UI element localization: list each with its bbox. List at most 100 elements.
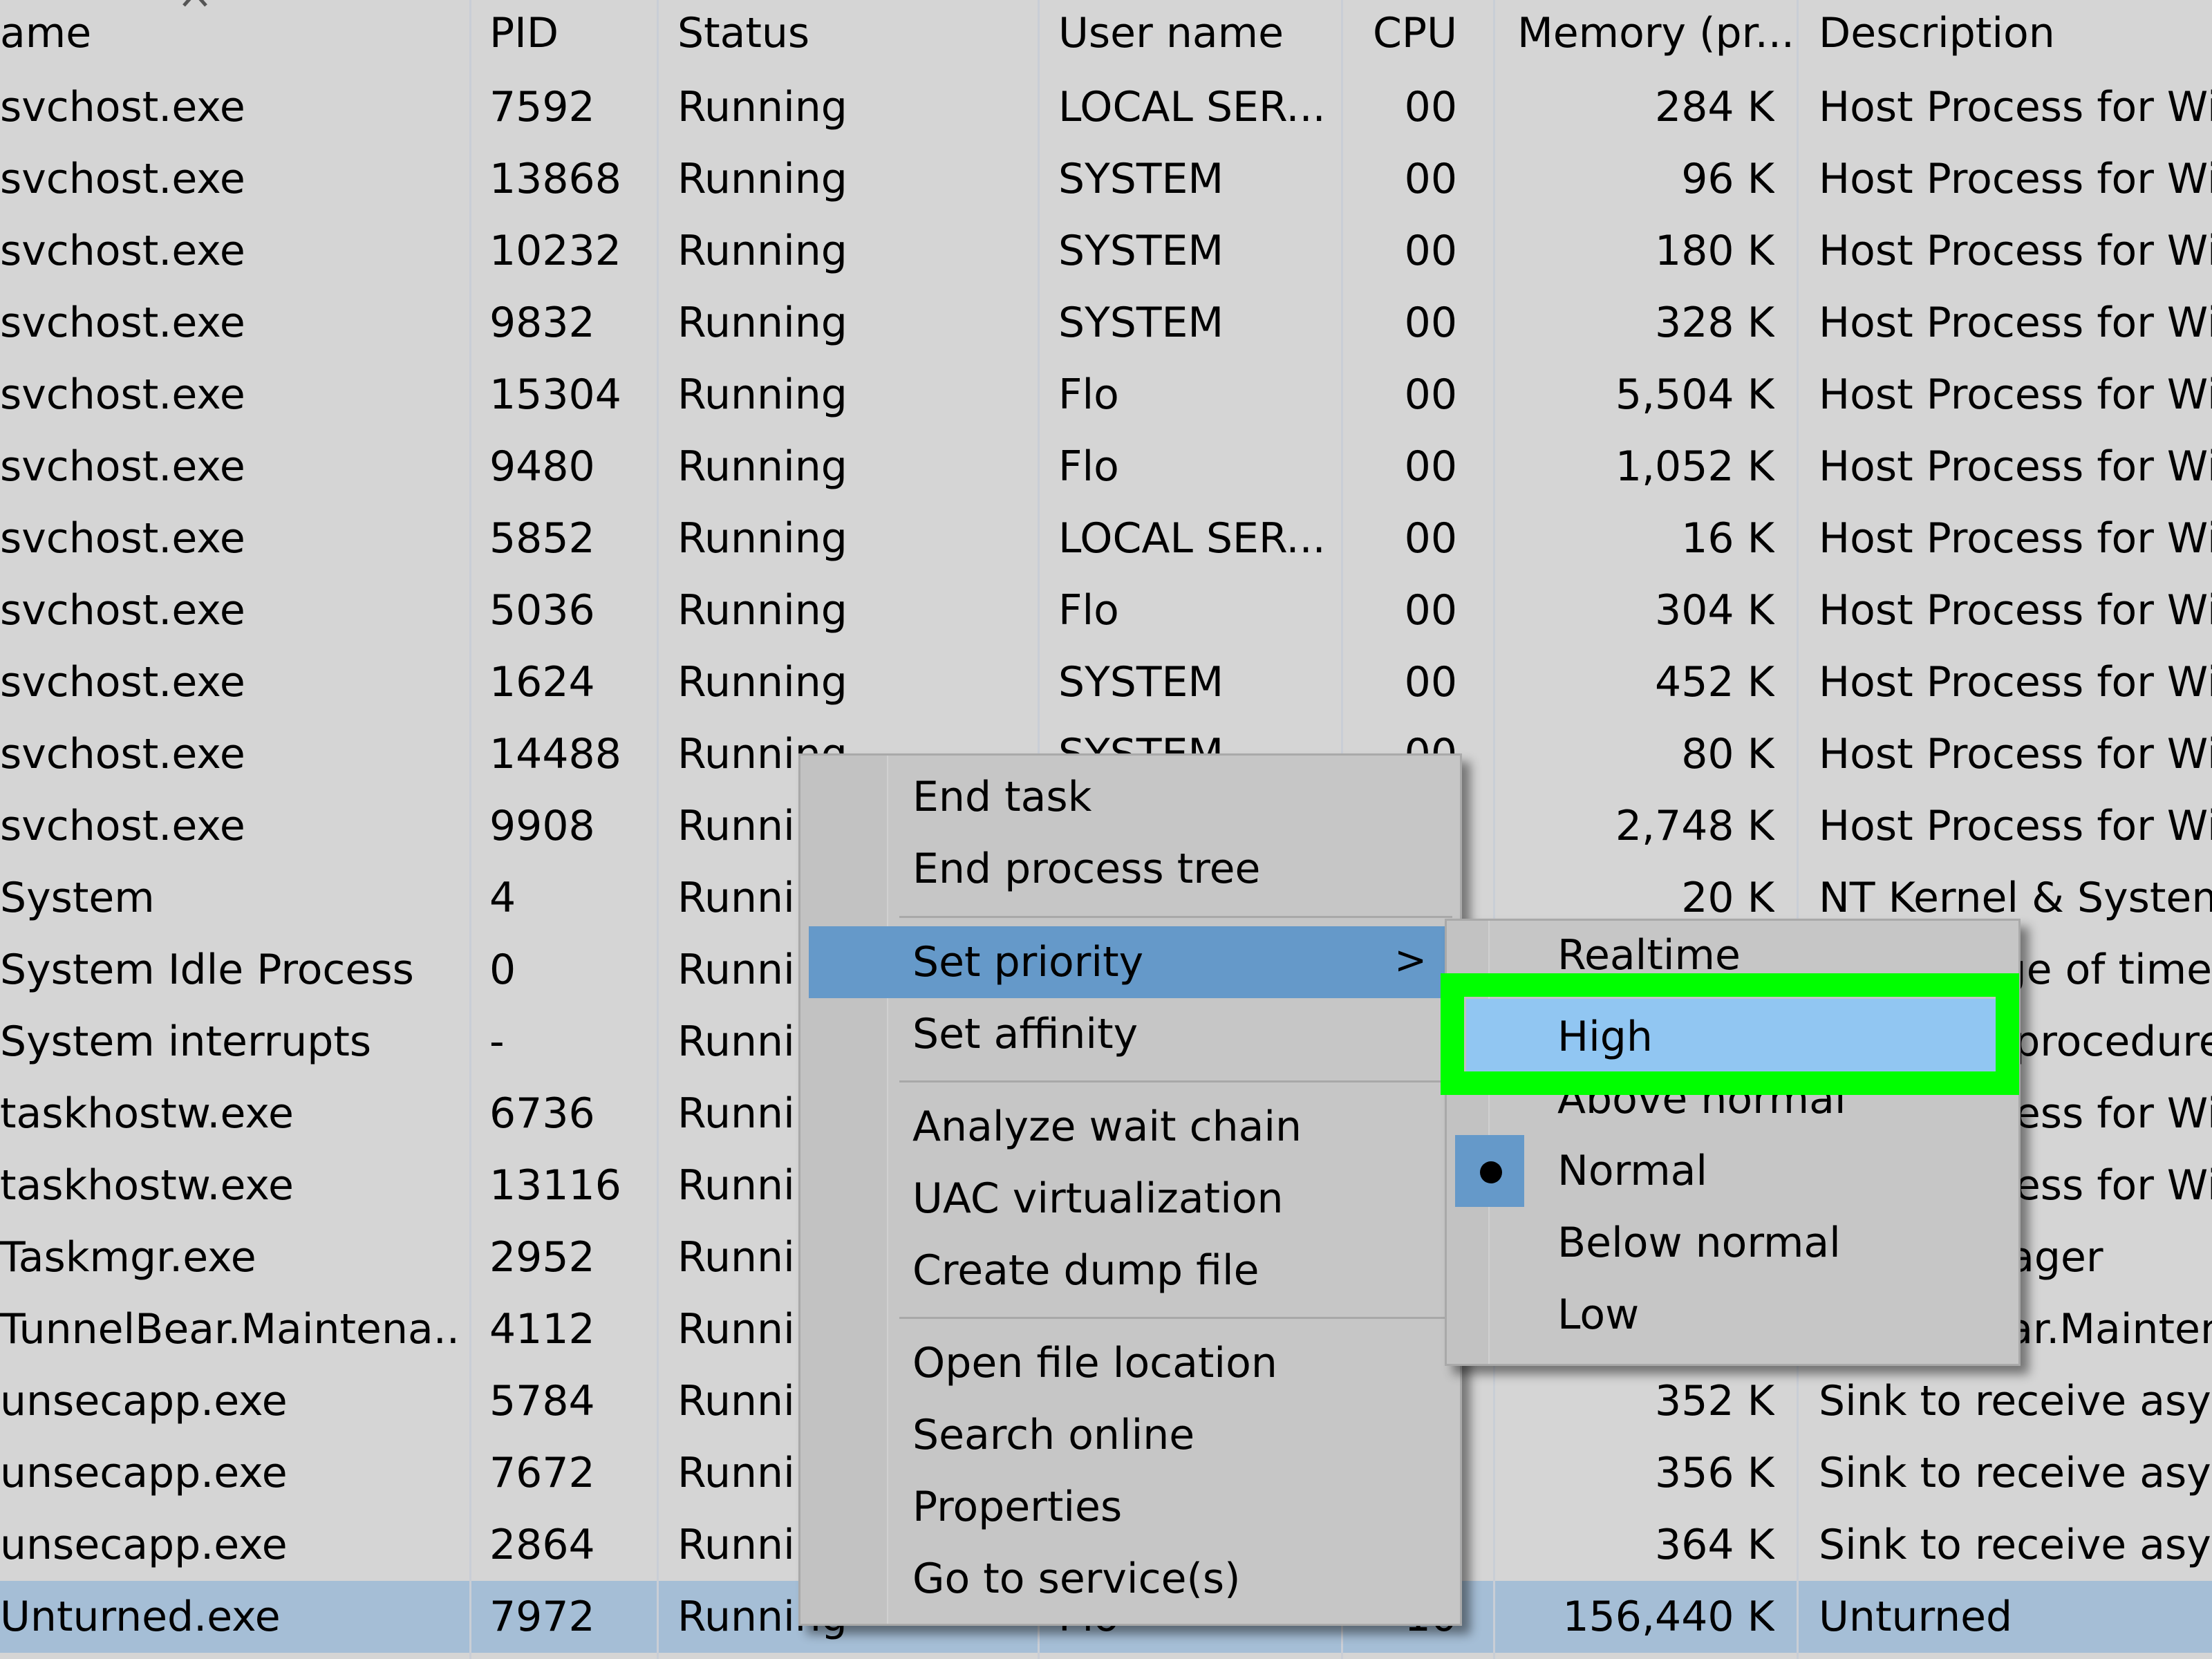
priority-above-normal[interactable]: Above normal xyxy=(1447,1063,2018,1135)
cell-memory: 180 K xyxy=(1655,227,1774,275)
column-header-name[interactable]: ame xyxy=(0,0,91,69)
cell-pid: 13116 xyxy=(489,1161,621,1210)
cell-name: svchost.exe xyxy=(0,227,245,275)
priority-low[interactable]: Low xyxy=(1447,1279,2018,1351)
cell-cpu: 00 xyxy=(1404,371,1457,419)
menu-item-analyze-wait-chain[interactable]: Analyze wait chain xyxy=(809,1091,1452,1163)
menu-separator xyxy=(899,1317,1452,1319)
cell-memory: 156,440 K xyxy=(1562,1593,1774,1641)
cell-name: System Idle Process xyxy=(0,946,414,994)
column-divider[interactable] xyxy=(1797,0,1799,1659)
cell-status: Running xyxy=(677,155,847,203)
priority-normal[interactable]: Normal xyxy=(1447,1135,2018,1207)
cell-memory: 16 K xyxy=(1681,514,1774,563)
cell-pid: 9908 xyxy=(489,802,595,850)
table-row[interactable]: svchost.exe 13868 Running SYSTEM 00 96 K Host … xyxy=(0,143,2212,215)
column-header-pid[interactable]: PID xyxy=(489,0,559,69)
priority-realtime[interactable]: Realtime xyxy=(1447,919,2018,991)
table-row[interactable]: svchost.exe 10232 Running SYSTEM 00 180 K Host… xyxy=(0,215,2212,287)
cell-name: svchost.exe xyxy=(0,730,245,778)
menu-item-set-affinity[interactable]: Set affinity xyxy=(809,998,1452,1070)
cell-name: unsecapp.exe xyxy=(0,1377,288,1425)
priority-submenu: Realtime High Above normal Normal Below … xyxy=(1445,919,2021,1366)
cell-name: System xyxy=(0,874,155,922)
table-row[interactable]: svchost.exe 15304 Running Flo 00 5,504 K Host … xyxy=(0,359,2212,431)
column-divider[interactable] xyxy=(657,0,659,1659)
cell-name: unsecapp.exe xyxy=(0,1521,288,1569)
cell-description: Host Process for Wi xyxy=(1819,802,2212,850)
cell-pid: 1624 xyxy=(489,658,595,706)
priority-below-normal[interactable]: Below normal xyxy=(1447,1207,2018,1279)
cell-cpu: 00 xyxy=(1404,155,1457,203)
table-row[interactable]: svchost.exe 1624 Running SYSTEM 00 452 K Host … xyxy=(0,646,2212,718)
chevron-up-icon xyxy=(182,0,207,7)
cell-pid: 14488 xyxy=(489,730,621,778)
cell-pid: 0 xyxy=(489,946,516,994)
menu-item-label: Above normal xyxy=(1557,1075,1846,1123)
table-row[interactable]: svchost.exe 5036 Running Flo 00 304 K Host Pro… xyxy=(0,574,2212,646)
cell-memory: 356 K xyxy=(1655,1449,1774,1497)
cell-status: Running xyxy=(677,586,847,635)
cell-memory: 1,052 K xyxy=(1615,442,1774,491)
cell-name: unsecapp.exe xyxy=(0,1449,288,1497)
cell-pid: 5852 xyxy=(489,514,595,563)
cell-memory: 364 K xyxy=(1655,1521,1774,1569)
menu-item-label: Normal xyxy=(1557,1147,1708,1195)
menu-item-label: UAC virtualization xyxy=(912,1174,1284,1223)
column-header-cpu[interactable]: CPU xyxy=(1344,0,1457,69)
cell-name: Taskmgr.exe xyxy=(0,1233,256,1282)
menu-item-label: Set affinity xyxy=(912,1010,1138,1058)
menu-item-search-online[interactable]: Search online xyxy=(809,1399,1452,1471)
cell-name: System interrupts xyxy=(0,1018,372,1066)
table-row[interactable]: svchost.exe 7592 Running LOCAL SER... 00 284 … xyxy=(0,71,2212,143)
column-divider[interactable] xyxy=(1493,0,1495,1659)
column-header-description[interactable]: Description xyxy=(1819,0,2055,69)
table-row[interactable]: svchost.exe 9480 Running Flo 00 1,052 K Host P… xyxy=(0,431,2212,503)
menu-item-go-to-services[interactable]: Go to service(s) xyxy=(809,1543,1452,1615)
cell-memory: 96 K xyxy=(1681,155,1774,203)
menu-item-label: Realtime xyxy=(1557,931,1741,980)
cell-name: svchost.exe xyxy=(0,371,245,419)
cell-pid: 7672 xyxy=(489,1449,595,1497)
menu-item-properties[interactable]: Properties xyxy=(809,1471,1452,1543)
menu-separator xyxy=(899,1080,1452,1082)
cell-name: svchost.exe xyxy=(0,658,245,706)
cell-description: Host Process for Wi xyxy=(1819,442,2212,491)
cell-user: SYSTEM xyxy=(1058,227,1224,275)
cell-user: SYSTEM xyxy=(1058,658,1224,706)
cell-user: LOCAL SER... xyxy=(1058,83,1326,131)
menu-item-label: Properties xyxy=(912,1483,1123,1531)
context-menu: End task End process tree Set priority >… xyxy=(798,753,1462,1626)
column-header-user[interactable]: User name xyxy=(1058,0,1284,69)
table-row[interactable]: svchost.exe 9832 Running SYSTEM 00 328 K Host … xyxy=(0,287,2212,359)
cell-description: Host Process for Wi xyxy=(1819,227,2212,275)
menu-item-label: Search online xyxy=(912,1411,1195,1459)
cell-memory: 284 K xyxy=(1655,83,1774,131)
menu-item-uac-virtualization[interactable]: UAC virtualization xyxy=(809,1163,1452,1235)
cell-user: Flo xyxy=(1058,442,1119,491)
menu-item-end-process-tree[interactable]: End process tree xyxy=(809,833,1452,905)
cell-memory: 304 K xyxy=(1655,586,1774,635)
column-divider[interactable] xyxy=(469,0,471,1659)
cell-name: svchost.exe xyxy=(0,586,245,635)
cell-description: Host Process for Wi xyxy=(1819,83,2212,131)
cell-pid: 13868 xyxy=(489,155,621,203)
cell-name: svchost.exe xyxy=(0,299,245,347)
cell-name: svchost.exe xyxy=(0,442,245,491)
cell-description: Host Process for Wi xyxy=(1819,299,2212,347)
menu-item-create-dump-file[interactable]: Create dump file xyxy=(809,1235,1452,1306)
column-header-memory[interactable]: Memory (pr... xyxy=(1517,0,1794,69)
table-row[interactable]: svchost.exe 5852 Running LOCAL SER... 00 16 K… xyxy=(0,503,2212,574)
menu-item-set-priority[interactable]: Set priority > xyxy=(809,926,1452,998)
menu-separator xyxy=(899,916,1452,918)
cell-name: svchost.exe xyxy=(0,514,245,563)
cell-description: Sink to receive asyn xyxy=(1819,1377,2212,1425)
cell-pid: 5784 xyxy=(489,1377,595,1425)
cell-cpu: 00 xyxy=(1404,299,1457,347)
cell-cpu: 00 xyxy=(1404,227,1457,275)
menu-item-end-task[interactable]: End task xyxy=(809,761,1452,833)
column-header-status[interactable]: Status xyxy=(677,0,809,69)
menu-item-open-file-location[interactable]: Open file location xyxy=(809,1327,1452,1399)
menu-item-label: Open file location xyxy=(912,1339,1277,1387)
cell-name: taskhostw.exe xyxy=(0,1161,294,1210)
